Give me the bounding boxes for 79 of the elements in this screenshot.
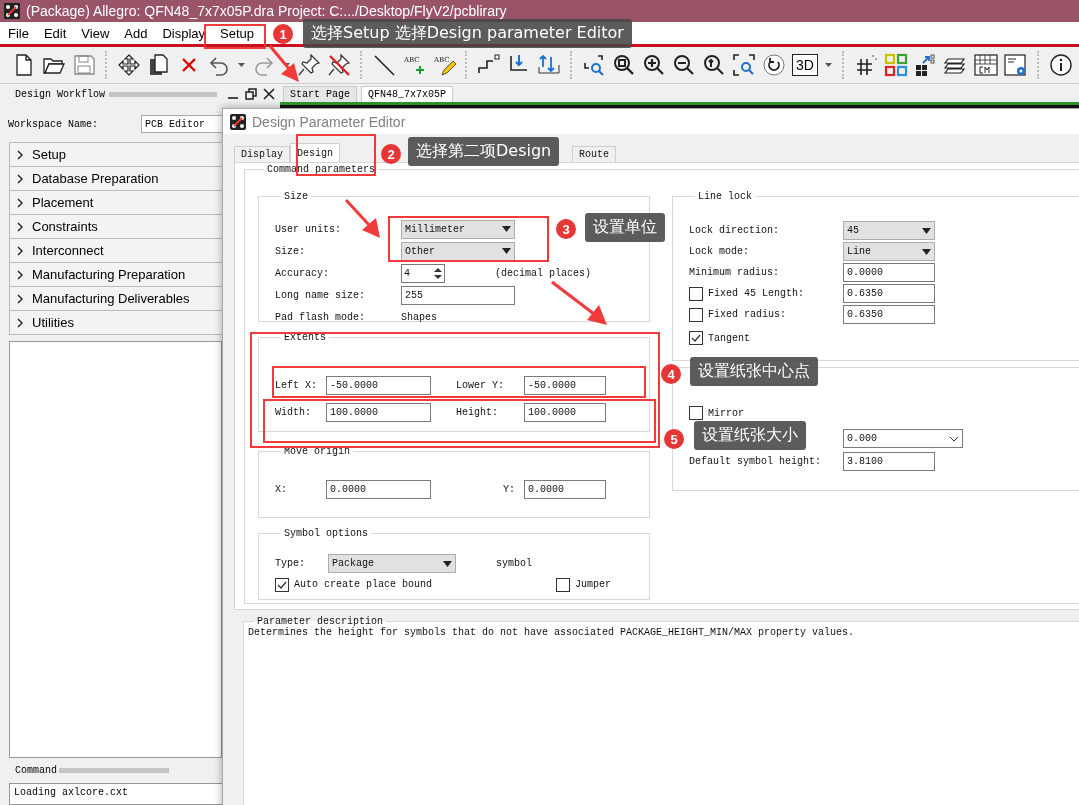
field-label: Y: bbox=[503, 484, 516, 495]
field-label: Tangent bbox=[708, 332, 750, 344]
field-label: X: bbox=[275, 484, 288, 495]
field-label: Width: bbox=[275, 407, 312, 418]
checkbox-label: Auto create place bound bbox=[294, 579, 433, 590]
input-field[interactable]: 0.0000 bbox=[524, 480, 606, 499]
callout: 选择Setup 选择Design parameter Editor bbox=[303, 19, 632, 48]
dropdown[interactable]: Package bbox=[328, 554, 456, 573]
input-field[interactable]: 0.0000 bbox=[326, 480, 431, 499]
field-label: Workspace Name: bbox=[8, 118, 99, 130]
input-field[interactable]: 255 bbox=[401, 285, 515, 305]
field-label: Mirror bbox=[708, 407, 744, 419]
group-title: Line lock bbox=[697, 191, 753, 202]
callout: 设置纸张中心点 bbox=[690, 357, 818, 386]
menu-item[interactable]: View bbox=[81, 25, 110, 41]
input-field[interactable]: -50.0000 bbox=[524, 376, 606, 395]
workflow-item[interactable]: Database Preparation bbox=[9, 167, 222, 191]
dropdown[interactable]: 45 bbox=[843, 221, 935, 240]
callout: 选择第二项Design bbox=[408, 137, 560, 166]
spinner-field[interactable]: 4 bbox=[401, 263, 445, 283]
workflow-item[interactable]: Manufacturing Deliverables bbox=[9, 287, 222, 311]
field-label: Height: bbox=[456, 407, 499, 418]
menu-item[interactable]: Setup bbox=[220, 25, 255, 41]
field-label: Default symbol height: bbox=[689, 456, 822, 467]
workflow-item[interactable]: Placement bbox=[9, 191, 222, 215]
dropdown[interactable]: Line bbox=[843, 242, 935, 261]
field-label: Long name size: bbox=[275, 289, 365, 301]
tab[interactable]: Route bbox=[572, 146, 617, 162]
window-title: (Package) Allegro: QFN48_7x7x05P.dra Project: C:.../Desktop/FlyV2/pcblirary bbox=[26, 3, 507, 19]
field-label: Fixed radius: bbox=[708, 309, 786, 320]
menu-item[interactable]: Edit bbox=[43, 25, 67, 41]
tab[interactable]: Display bbox=[234, 146, 290, 162]
input-field[interactable]: 3.8100 bbox=[843, 452, 935, 471]
field-label: Pad flash mode: bbox=[275, 311, 365, 323]
3d-view-button[interactable]: 3D bbox=[792, 54, 818, 76]
group-title: Symbol options bbox=[283, 528, 369, 539]
input-field[interactable]: -50.0000 bbox=[326, 376, 431, 395]
workflow-item[interactable]: Utilities bbox=[9, 311, 222, 335]
field-label: Lock mode: bbox=[689, 246, 749, 257]
field-label: Accuracy: bbox=[275, 267, 329, 279]
field-label: Type: bbox=[275, 558, 306, 569]
input-field[interactable]: 100.0000 bbox=[326, 403, 431, 422]
field-label: User units: bbox=[275, 223, 341, 235]
menu-item[interactable]: Display bbox=[162, 25, 206, 41]
document-tab[interactable]: Start Page bbox=[283, 86, 357, 102]
field-label: Fixed 45 Length: bbox=[708, 288, 804, 299]
field-label: Left X: bbox=[275, 380, 318, 391]
callout: 设置纸张大小 bbox=[694, 421, 806, 450]
input-field[interactable]: 100.0000 bbox=[524, 403, 606, 422]
menu-item[interactable]: Add bbox=[124, 25, 148, 41]
field-label: Size: bbox=[275, 245, 305, 257]
dialog-title: Design Parameter Editor bbox=[252, 113, 406, 130]
input-field[interactable]: 0.6350 bbox=[843, 284, 935, 303]
field-hint: symbol bbox=[496, 558, 532, 569]
input-field[interactable]: 0.0000 bbox=[843, 263, 935, 282]
checkbox-label: Jumper bbox=[575, 579, 612, 590]
dropdown[interactable]: Millimeter bbox=[401, 219, 515, 239]
panel-title: Design Workflow bbox=[15, 88, 105, 100]
group-title: Size bbox=[283, 191, 309, 202]
callout: 设置单位 bbox=[585, 213, 665, 242]
dropdown[interactable]: 0.000 bbox=[843, 429, 963, 448]
workflow-item[interactable]: Setup bbox=[9, 143, 222, 167]
field-label: Minimum radius: bbox=[689, 267, 779, 278]
input-field[interactable]: 0.6350 bbox=[843, 305, 935, 324]
field-label: Lower Y: bbox=[456, 380, 505, 391]
dropdown[interactable]: Other bbox=[401, 241, 515, 261]
workflow-item[interactable]: Constraints bbox=[9, 215, 222, 239]
workflow-item[interactable]: Manufacturing Preparation bbox=[9, 263, 222, 287]
workflow-item[interactable]: Interconnect bbox=[9, 239, 222, 263]
group-title: Move origin bbox=[283, 446, 351, 457]
field-value: Shapes bbox=[401, 311, 437, 323]
field-label: Lock direction: bbox=[689, 225, 779, 236]
group-title: Parameter description bbox=[257, 616, 384, 627]
field-hint: (decimal places) bbox=[495, 267, 591, 279]
panel-title: Command bbox=[15, 764, 57, 776]
tab[interactable]: Design bbox=[290, 143, 341, 162]
description-text: Determines the height for symbols that do not have associated PACKAGE_HEIGHT_MIN/MAX property values. bbox=[248, 627, 856, 638]
document-tab[interactable]: QFN48_7x7x05P bbox=[361, 86, 454, 102]
menu-item[interactable]: File bbox=[8, 25, 29, 41]
